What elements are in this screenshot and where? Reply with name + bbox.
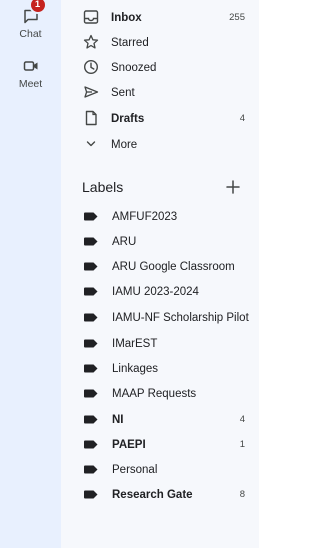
label-item[interactable]: IAMU 2023-2024 (61, 279, 259, 304)
clock-icon (83, 59, 99, 75)
nav-item-label: Inbox (111, 11, 142, 24)
nav-item-count: 4 (239, 113, 245, 124)
nav-item-sent[interactable]: Sent (61, 80, 259, 105)
unread-badge: 1 (30, 0, 45, 12)
nav-item-label: Starred (111, 36, 149, 49)
labels-title: Labels (82, 179, 124, 195)
label-item[interactable]: PAEPI 1 (61, 432, 259, 457)
chevron-down-icon (83, 136, 99, 152)
plus-icon (226, 180, 240, 194)
label-item[interactable]: Linkages (61, 356, 259, 381)
label-item[interactable]: NI 4 (61, 407, 259, 432)
label-name: NI (112, 413, 124, 426)
label-name: ARU (112, 235, 137, 248)
label-item[interactable]: AMFUF2023 (61, 204, 259, 229)
label-name: PAEPI (112, 438, 146, 451)
labels-header: Labels (82, 176, 252, 198)
label-name: IAMU 2023-2024 (112, 285, 199, 298)
label-item[interactable]: IMarEST (61, 331, 259, 356)
nav-item-label: More (111, 138, 138, 151)
inbox-icon (83, 9, 99, 25)
label-icon (84, 415, 98, 424)
label-icon (84, 313, 98, 322)
label-name: Personal (112, 463, 158, 476)
label-item[interactable]: IAMU-NF Scholarship Pilot (61, 305, 259, 330)
nav-item-starred[interactable]: Starred (61, 30, 259, 55)
label-icon (84, 237, 98, 246)
label-icon (84, 465, 98, 474)
star-icon (83, 34, 99, 50)
nav-item-more[interactable]: More (61, 132, 259, 157)
label-name: Research Gate (112, 488, 193, 501)
label-icon (84, 212, 98, 221)
label-item[interactable]: Research Gate 8 (61, 482, 259, 507)
label-count: 4 (239, 414, 245, 425)
label-icon (84, 339, 98, 348)
rail-meet-label: Meet (18, 78, 43, 90)
create-label-button[interactable] (222, 176, 244, 198)
label-icon (84, 262, 98, 271)
label-name: Linkages (112, 362, 159, 375)
label-item[interactable]: ARU (61, 229, 259, 254)
video-camera-icon (23, 58, 39, 74)
nav-item-snoozed[interactable]: Snoozed (61, 55, 259, 80)
label-name: MAAP Requests (112, 387, 197, 400)
label-name: AMFUF2023 (112, 210, 178, 223)
label-icon (84, 389, 98, 398)
label-count: 8 (239, 489, 245, 500)
label-item[interactable]: MAAP Requests (61, 381, 259, 406)
rail-chat[interactable]: 1 Chat (0, 0, 61, 40)
label-icon (84, 287, 98, 296)
send-icon (83, 84, 99, 100)
label-count: 1 (239, 439, 245, 450)
label-item[interactable]: Personal (61, 457, 259, 482)
rail-meet[interactable]: Meet (0, 58, 61, 90)
draft-icon (83, 110, 99, 126)
label-icon (84, 440, 98, 449)
label-name: IMarEST (112, 337, 158, 350)
nav-item-label: Drafts (111, 112, 145, 125)
nav-item-label: Sent (111, 86, 135, 99)
chat-icon: 1 (23, 0, 45, 24)
nav-item-inbox[interactable]: Inbox 255 (61, 5, 259, 30)
label-icon (84, 490, 98, 499)
label-icon (84, 364, 98, 373)
label-item[interactable]: ARU Google Classroom (61, 254, 259, 279)
label-name: IAMU-NF Scholarship Pilot (112, 311, 249, 324)
label-name: ARU Google Classroom (112, 260, 235, 273)
rail-chat-label: Chat (19, 28, 42, 40)
nav-item-drafts[interactable]: Drafts 4 (61, 106, 259, 131)
nav-item-label: Snoozed (111, 61, 157, 74)
nav-item-count: 255 (229, 12, 245, 23)
